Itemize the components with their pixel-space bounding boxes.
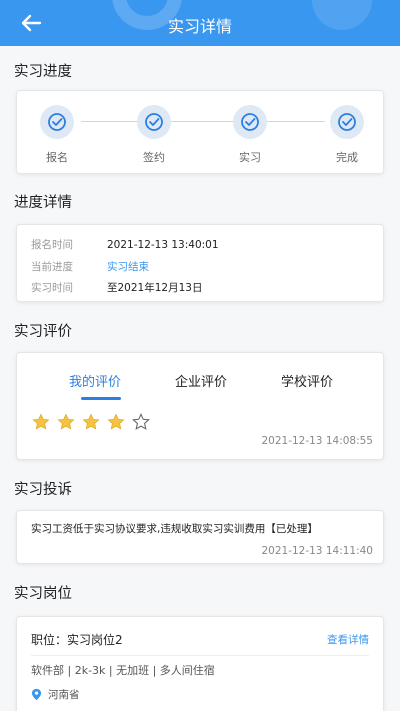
position-section-title: 实习岗位 bbox=[14, 586, 72, 602]
detail-value: 至2021年12月13日 bbox=[107, 282, 203, 294]
evaluation-time: 2021-12-13 14:08:55 bbox=[261, 435, 373, 447]
location-pin-icon bbox=[31, 688, 42, 701]
app-header: 实习详情 bbox=[0, 0, 400, 46]
detail-value: 2021-12-13 13:40:01 bbox=[107, 239, 219, 251]
tab-school-evaluation[interactable]: 学校评价 bbox=[281, 371, 333, 390]
position-name: 职位：实习岗位2 bbox=[31, 633, 123, 647]
detail-row-internship-time: 实习时间 至2021年12月13日 bbox=[31, 280, 202, 295]
progress-step-complete: 完成 bbox=[322, 105, 372, 165]
star-filled-icon bbox=[57, 413, 75, 430]
detail-row-current-progress: 当前进度 实习结束 bbox=[31, 259, 149, 274]
evaluation-card: 我的评价 企业评价 学校评价 2021-12-13 14:08:55 bbox=[16, 352, 384, 460]
progress-step-label: 实习 bbox=[239, 151, 261, 164]
evaluation-section-title: 实习评价 bbox=[14, 324, 72, 340]
check-circle-icon bbox=[137, 105, 171, 139]
progress-section-title: 实习进度 bbox=[14, 64, 72, 80]
detail-row-signup-time: 报名时间 2021-12-13 13:40:01 bbox=[31, 237, 219, 252]
star-filled-icon bbox=[32, 413, 50, 430]
complaint-section-title: 实习投诉 bbox=[14, 482, 72, 498]
star-filled-icon bbox=[107, 413, 125, 430]
position-card[interactable]: 职位：实习岗位2 查看详情 软件部 | 2k-3k | 无加班 | 多人间住宿 … bbox=[16, 616, 384, 711]
complaint-card[interactable]: 实习工资低于实习协议要求,违规收取实习实训费用【已处理】 2021-12-13 … bbox=[16, 510, 384, 564]
position-tags: 软件部 | 2k-3k | 无加班 | 多人间住宿 bbox=[31, 664, 215, 677]
detail-key: 报名时间 bbox=[31, 239, 73, 251]
check-circle-icon bbox=[40, 105, 74, 139]
star-filled-icon bbox=[82, 413, 100, 430]
complaint-text: 实习工资低于实习协议要求,违规收取实习实训费用【已处理】 bbox=[31, 523, 318, 535]
position-location: 河南省 bbox=[31, 687, 80, 702]
progress-step-label: 报名 bbox=[46, 151, 68, 164]
tab-my-evaluation[interactable]: 我的评价 bbox=[69, 371, 121, 390]
details-card: 报名时间 2021-12-13 13:40:01 当前进度 实习结束 实习时间 至20… bbox=[16, 224, 384, 302]
page-title: 实习详情 bbox=[167, 17, 232, 36]
progress-step-label: 完成 bbox=[336, 151, 358, 164]
star-empty-icon bbox=[132, 413, 150, 430]
tab-company-evaluation[interactable]: 企业评价 bbox=[175, 371, 227, 390]
progress-step-signup: 报名 bbox=[32, 105, 82, 165]
progress-step-internship: 实习 bbox=[225, 105, 275, 165]
active-tab-indicator bbox=[81, 397, 121, 400]
divider bbox=[31, 655, 369, 656]
detail-key: 当前进度 bbox=[31, 261, 73, 273]
detail-key: 实习时间 bbox=[31, 282, 73, 294]
view-details-link[interactable]: 查看详情 bbox=[327, 632, 369, 647]
details-section-title: 进度详情 bbox=[14, 195, 72, 211]
progress-step-contract: 签约 bbox=[129, 105, 179, 165]
check-circle-icon bbox=[330, 105, 364, 139]
progress-step-label: 签约 bbox=[143, 151, 165, 164]
location-text: 河南省 bbox=[48, 689, 80, 701]
check-circle-icon bbox=[233, 105, 267, 139]
detail-value: 实习结束 bbox=[107, 261, 149, 273]
progress-card: 报名 签约 实习 完成 bbox=[16, 90, 384, 174]
complaint-time: 2021-12-13 14:11:40 bbox=[261, 545, 373, 557]
